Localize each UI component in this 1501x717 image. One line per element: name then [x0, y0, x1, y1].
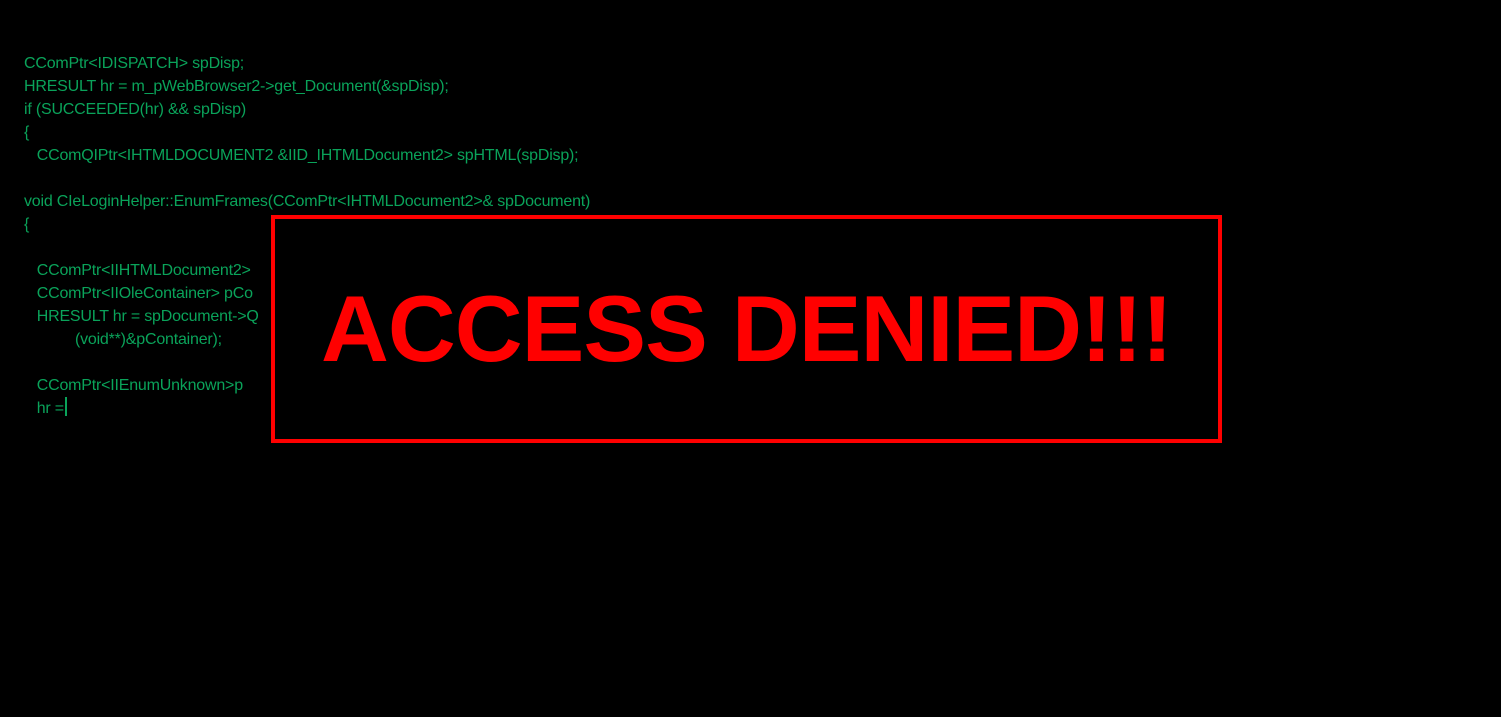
code-line: if (SUCCEEDED(hr) && spDisp) — [24, 98, 590, 121]
code-line-text: CComPtr<IIEnumUnknown>p — [24, 377, 243, 394]
code-line-text: HRESULT hr = m_pWebBrowser2->get_Documen… — [24, 78, 449, 95]
code-line: { — [24, 121, 590, 144]
code-line: CComQIPtr<IHTMLDOCUMENT2 &IID_IHTMLDocum… — [24, 144, 590, 167]
code-line-text: CComQIPtr<IHTMLDOCUMENT2 &IID_IHTMLDocum… — [24, 147, 579, 164]
access-denied-message: ACCESS DENIED!!! — [321, 276, 1173, 381]
code-line-text: if (SUCCEEDED(hr) && spDisp) — [24, 101, 246, 118]
code-line-text: { — [24, 216, 30, 233]
code-line-text: { — [24, 124, 30, 141]
code-line-text: CComPtr<IDISPATCH> spDisp; — [24, 55, 245, 72]
code-line: HRESULT hr = m_pWebBrowser2->get_Documen… — [24, 75, 590, 98]
code-line: void CIeLoginHelper::EnumFrames(CComPtr<… — [24, 190, 590, 213]
access-denied-banner: ACCESS DENIED!!! — [271, 215, 1222, 443]
code-line: CComPtr<IDISPATCH> spDisp; — [24, 52, 590, 75]
code-line-text: (void**)&pContainer); — [24, 331, 222, 348]
code-line-text: hr = — [24, 400, 64, 417]
text-cursor — [64, 397, 67, 416]
terminal-screen: CComPtr<IDISPATCH> spDisp; HRESULT hr = m… — [0, 0, 1501, 717]
code-line-text: void CIeLoginHelper::EnumFrames(CComPtr<… — [24, 193, 591, 210]
code-line-text: CComPtr<IIHTMLDocument2> — [24, 262, 251, 279]
code-line-text: CComPtr<IIOleContainer> pCo — [24, 285, 253, 302]
code-line-text: HRESULT hr = spDocument->Q — [24, 308, 259, 325]
